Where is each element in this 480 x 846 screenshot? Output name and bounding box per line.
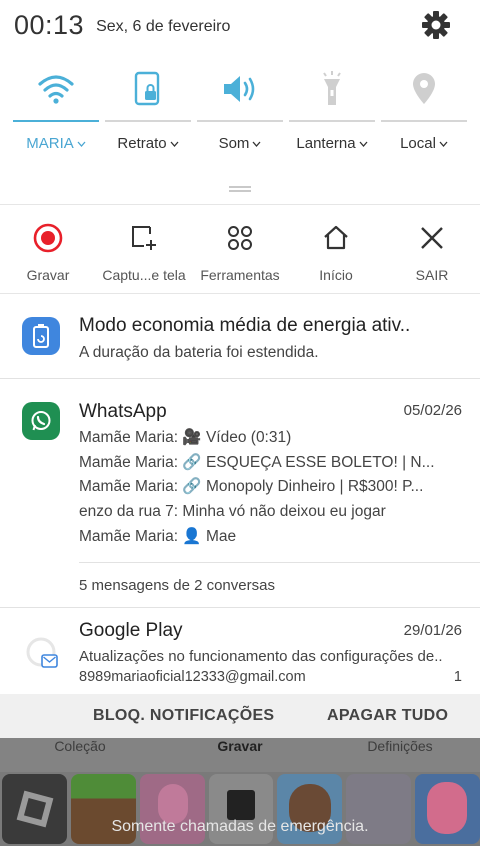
- home-button[interactable]: Início: [288, 205, 384, 293]
- location-icon: [413, 73, 435, 104]
- toggle-wifi[interactable]: MARIA: [10, 62, 102, 172]
- google-play-update-icon: [24, 635, 60, 671]
- close-icon: [421, 227, 443, 249]
- notification-text: A duração da bateria foi estendida.: [79, 344, 319, 361]
- tool-label: Gravar: [26, 267, 70, 283]
- volume-icon: [224, 76, 255, 102]
- notification-actions: BLOQ. NOTIFICAÇÕES APAGAR TUDO: [0, 694, 480, 738]
- toggle-indicator: [381, 120, 467, 122]
- notification-date: 05/02/26: [403, 402, 462, 419]
- quick-settings: MARIA Retrato Som Lanterna Local: [10, 62, 470, 172]
- notification-app-name: WhatsApp: [79, 401, 167, 422]
- chevron-down-icon: [170, 141, 179, 147]
- toggle-indicator: [289, 120, 375, 122]
- toggle-indicator: [197, 120, 283, 122]
- rotation-lock-icon: [134, 71, 160, 106]
- chevron-down-icon: [252, 141, 261, 147]
- toggle-label: Local: [400, 135, 436, 152]
- status-bar: 00:13 Sex, 6 de fevereiro: [0, 0, 480, 50]
- notification-text: Atualizações no funcionamento das config…: [79, 648, 443, 665]
- notification-battery-saver[interactable]: Modo economia média de energia ativ.. A …: [0, 295, 480, 379]
- background-app: Coleção Gravar Definições Somente chamad…: [0, 738, 480, 846]
- clock: 00:13: [14, 9, 85, 40]
- tool-label: SAIR: [415, 267, 449, 283]
- message-line: Mamãe Maria: 🔗 ESQUEÇA ESSE BOLETO! | N.…: [79, 454, 435, 471]
- conversation-summary[interactable]: 5 mensagens de 2 conversas: [79, 577, 462, 594]
- tool-label: Captu...e tela: [102, 267, 186, 283]
- battery-saver-icon: [22, 317, 60, 355]
- toggle-location[interactable]: Local: [378, 62, 470, 172]
- notification-date: 29/01/26: [403, 622, 462, 639]
- emergency-calls-text: Somente chamadas de emergência.: [111, 818, 369, 835]
- notification-app-name: Google Play: [79, 620, 183, 641]
- screenshot-button[interactable]: Captu...e tela: [96, 205, 192, 293]
- tab-definicoes: Definições: [367, 738, 433, 754]
- tool-label: Ferramentas: [200, 267, 280, 283]
- drag-handle[interactable]: [229, 186, 251, 192]
- record-button[interactable]: Gravar: [0, 205, 96, 293]
- tools-row: Gravar Captu...e tela Ferramentas Início…: [0, 204, 480, 294]
- home-icon: [324, 225, 348, 250]
- message-line: Mamãe Maria: 🎥 Vídeo (0:31): [79, 429, 292, 446]
- flashlight-icon: [323, 71, 341, 105]
- tools-button[interactable]: Ferramentas: [192, 205, 288, 293]
- message-line: enzo da rua 7: Minha vó não deixou eu jo…: [79, 503, 386, 520]
- gear-icon[interactable]: [420, 9, 452, 41]
- notification-count: 1: [453, 669, 462, 685]
- tab-colecao: Coleção: [54, 738, 106, 754]
- date: Sex, 6 de fevereiro: [96, 18, 231, 35]
- toggle-indicator: [105, 120, 191, 122]
- tab-gravar: Gravar: [217, 738, 263, 754]
- wifi-icon: [38, 75, 74, 104]
- toggle-flashlight[interactable]: Lanterna: [286, 62, 378, 172]
- background-tabs: Coleção Gravar Definições: [0, 738, 480, 772]
- tools-grid-icon: [228, 226, 252, 250]
- screenshot-icon: [132, 226, 156, 250]
- toggle-label: Som: [218, 135, 250, 152]
- block-notifications-button[interactable]: BLOQ. NOTIFICAÇÕES: [93, 707, 274, 725]
- chevron-down-icon: [77, 141, 86, 147]
- toggle-label: Lanterna: [296, 135, 356, 152]
- message-line: Mamãe Maria: 🔗 Monopoly Dinheiro | R$300…: [79, 478, 424, 495]
- toggle-rotation[interactable]: Retrato: [102, 62, 194, 172]
- chevron-down-icon: [359, 141, 368, 147]
- message-line: Mamãe Maria: 👤 Mae: [79, 528, 237, 545]
- record-icon: [33, 223, 63, 253]
- exit-button[interactable]: SAIR: [384, 205, 480, 293]
- notification-google-play[interactable]: Google Play 29/01/26 Atualizações no fun…: [0, 609, 480, 694]
- toggle-label: MARIA: [26, 135, 74, 152]
- chevron-down-icon: [439, 141, 448, 147]
- tool-label: Início: [319, 267, 353, 283]
- toggle-label: Retrato: [117, 135, 167, 152]
- notification-whatsapp[interactable]: WhatsApp 05/02/26 Mamãe Maria: 🎥 Vídeo (…: [0, 380, 480, 608]
- toggle-sound[interactable]: Som: [194, 62, 286, 172]
- toggle-indicator: [13, 120, 99, 122]
- divider: [79, 562, 480, 563]
- clear-all-button[interactable]: APAGAR TUDO: [327, 707, 448, 725]
- notification-account: 8989mariaoficial12333@gmail.com: [79, 669, 306, 685]
- notification-title: Modo economia média de energia ativ..: [79, 315, 411, 336]
- whatsapp-icon: [22, 402, 60, 440]
